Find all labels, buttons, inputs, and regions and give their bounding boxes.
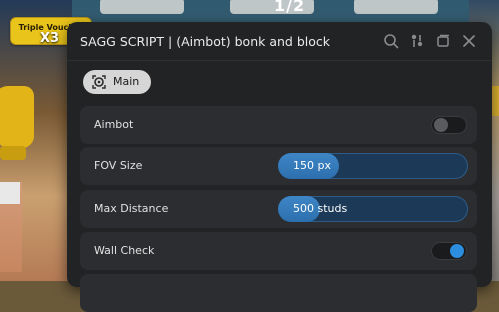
wall-check-toggle[interactable] <box>431 242 467 260</box>
title-separator <box>67 60 492 61</box>
target-icon <box>91 74 107 90</box>
game-sign <box>0 182 20 204</box>
max-distance-row: Max Distance 500 studs <box>80 190 477 228</box>
script-window: SAGG SCRIPT | (Aimbot) bonk and block Ma… <box>67 22 492 312</box>
voucher-multiplier: X3 <box>40 31 60 46</box>
toggle-knob <box>450 244 464 258</box>
title-bar[interactable]: SAGG SCRIPT | (Aimbot) bonk and block <box>67 22 492 60</box>
fov-size-slider[interactable]: 150 px <box>278 153 468 179</box>
wall-check-row: Wall Check <box>80 232 477 270</box>
max-distance-value: 500 studs <box>293 202 348 215</box>
search-icon[interactable] <box>383 33 399 49</box>
aimbot-toggle[interactable] <box>431 116 467 134</box>
max-distance-slider[interactable]: 500 studs <box>278 196 468 222</box>
game-counter: 1/2 <box>274 0 306 15</box>
fov-size-value: 150 px <box>293 159 331 172</box>
game-hud-bar <box>354 0 438 14</box>
game-hud-bar <box>100 0 184 14</box>
aimbot-label: Aimbot <box>94 118 134 131</box>
fov-size-row: FOV Size 150 px <box>80 147 477 185</box>
max-distance-label: Max Distance <box>94 202 169 215</box>
settings-row-partial <box>80 274 477 312</box>
fov-size-label: FOV Size <box>94 159 143 172</box>
wall-check-label: Wall Check <box>94 244 155 257</box>
tab-main[interactable]: Main <box>83 70 151 94</box>
settings-icon[interactable] <box>409 33 425 49</box>
game-character <box>0 86 34 148</box>
game-character-part <box>0 146 26 160</box>
window-title: SAGG SCRIPT | (Aimbot) bonk and block <box>80 34 330 49</box>
minimize-icon[interactable] <box>435 33 451 49</box>
close-icon[interactable] <box>461 33 477 49</box>
toggle-knob <box>434 118 448 132</box>
aimbot-row: Aimbot <box>80 106 477 144</box>
tab-main-label: Main <box>113 75 140 88</box>
